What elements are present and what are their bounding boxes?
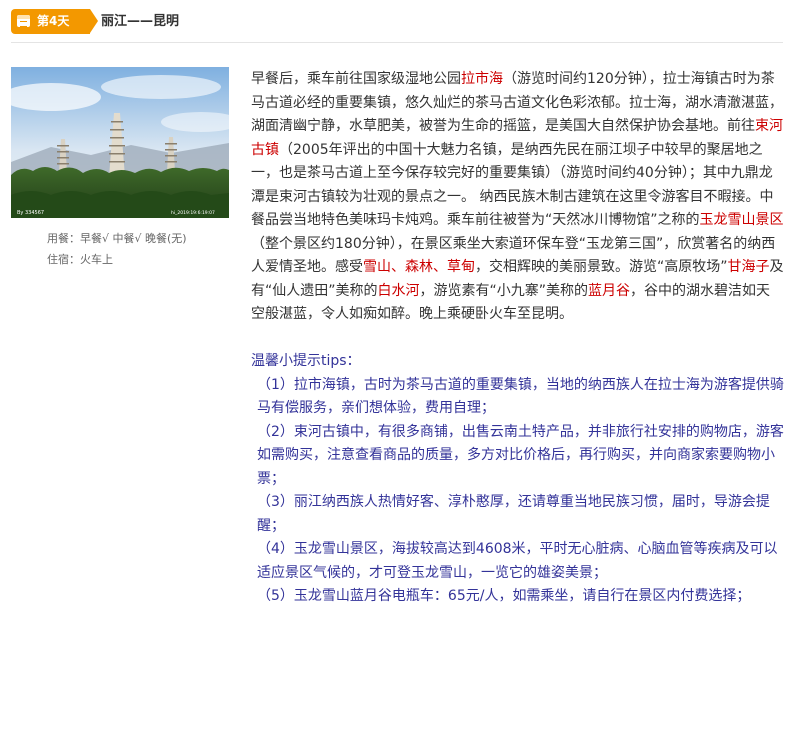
photo-watermark-left: By 334567: [17, 210, 44, 216]
highlight-scenery: 雪山、森林、草甸: [363, 259, 475, 275]
tips-section: 温馨小提示tips： （1）拉市海镇，古时为茶马古道的重要集镇，当地的纳西族人在…: [251, 350, 784, 609]
lodging-value: 火车上: [80, 253, 113, 266]
lodging-row: 住宿：火车上: [47, 249, 187, 270]
itinerary-description: 早餐后，乘车前往国家级湿地公园拉市海（游览时间约120分钟），拉士海镇古时为茶马…: [251, 68, 784, 327]
tip-item: （1）拉市海镇，古时为茶马古道的重要集镇，当地的纳西族人在拉士海为游客提供骑马有…: [257, 376, 784, 417]
tip-item: （3）丽江纳西族人热情好客、淳朴憨厚，还请尊重当地民族习惯，届时，导游会提醒；: [257, 494, 770, 534]
lodging-label: 住宿：: [47, 253, 80, 266]
itinerary-content: 早餐后，乘车前往国家级湿地公园拉市海（游览时间约120分钟），拉士海镇古时为茶马…: [251, 68, 784, 609]
highlight-yulong: 玉龙雪山景区: [699, 212, 784, 228]
day-label: 第4天: [37, 14, 70, 28]
tip-item: （4）玉龙雪山景区，海拔较高达到4608米，平时无心脏病、心脑血管等疾病及可以适…: [257, 541, 778, 581]
tip-item: （2）束河古镇中，有很多商铺，出售云南土特产品，并非旅行社安排的购物店，游客如需…: [257, 423, 784, 487]
itinerary-text: ，交相辉映的美丽景致。游览“高原牧场”: [475, 259, 728, 275]
pagodas-landscape-image: By 334567 hi_2019:19:6:19:07: [11, 67, 229, 218]
day-photo: By 334567 hi_2019:19:6:19:07: [11, 67, 229, 218]
meals-row: 用餐：早餐√ 中餐√ 晚餐(无): [47, 228, 187, 249]
highlight-lanyuegu: 蓝月谷: [588, 282, 631, 299]
tips-title: 温馨小提示tips：: [251, 353, 361, 369]
calendar-icon: [17, 15, 30, 27]
meals-value: 早餐√ 中餐√ 晚餐(无): [80, 232, 187, 245]
tip-item: （5）玉龙雪山蓝月谷电瓶车：65元/人，如需乘坐，请自行在景区内付费选择；: [257, 588, 751, 604]
meal-lodging-info: 用餐：早餐√ 中餐√ 晚餐(无) 住宿：火车上: [47, 228, 187, 270]
day-badge: 第4天: [11, 9, 98, 34]
highlight-lashihai: 拉市海: [461, 71, 503, 87]
day-header: 第4天 丽江——昆明: [0, 0, 794, 44]
itinerary-text: ，游览素有“小九寨”美称的: [419, 282, 589, 299]
route-title: 丽江——昆明: [101, 14, 180, 29]
meals-label: 用餐：: [47, 232, 80, 245]
highlight-ganhaizi: 甘海子: [727, 259, 770, 275]
photo-watermark-right: hi_2019:19:6:19:07: [171, 210, 215, 216]
itinerary-text: （2005年评出的中国十大魅力名镇，是纳西先民在丽江坝子中较早的聚居地之一，也是…: [251, 141, 774, 229]
header-divider: [11, 42, 783, 43]
highlight-baishuihe: 白水河: [377, 282, 420, 299]
itinerary-text: 早餐后，乘车前往国家级湿地公园: [251, 71, 461, 87]
